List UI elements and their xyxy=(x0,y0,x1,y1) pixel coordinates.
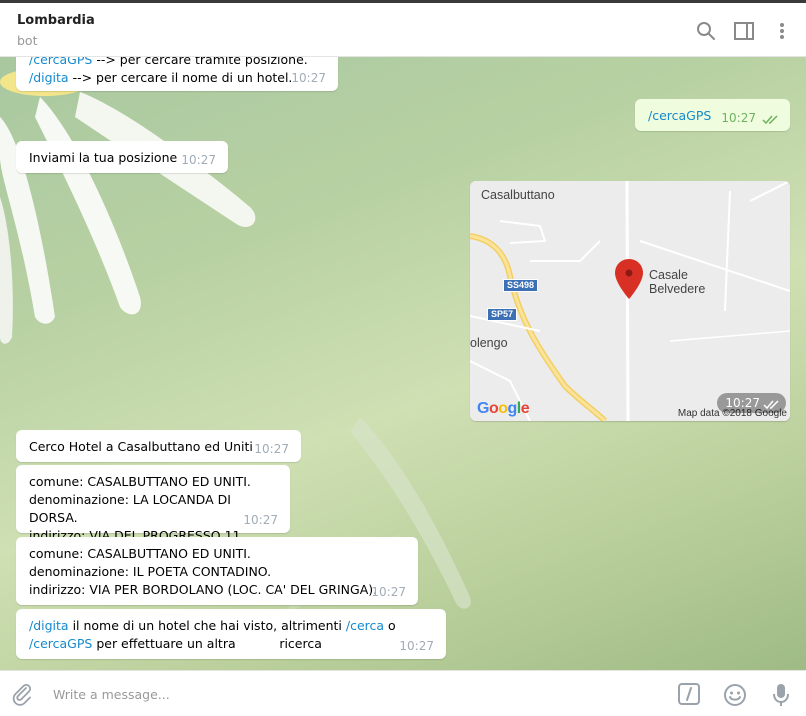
command-link[interactable]: /cercaGPS xyxy=(648,108,711,123)
map-label: olengo xyxy=(470,336,508,350)
command-link[interactable]: /cerca xyxy=(346,618,384,633)
message-time: 10:27 xyxy=(721,111,756,125)
command-link[interactable]: /cercaGPS xyxy=(29,57,92,67)
map-label: Belvedere xyxy=(649,282,706,296)
command-link[interactable]: /cercaGPS xyxy=(29,636,92,651)
google-logo-letter: o xyxy=(498,400,508,417)
emoji-icon[interactable] xyxy=(723,683,747,710)
google-logo-letter: G xyxy=(477,400,489,417)
message-text: --> per cercare il nome di un hotel. xyxy=(68,70,293,85)
message-text: Inviami la tua posizione xyxy=(29,150,178,165)
map-image xyxy=(470,181,790,421)
message-time: 10:27 xyxy=(254,442,289,456)
message-text: denominazione: LA LOCANDA DI DORSA. xyxy=(29,492,231,525)
message-bubble[interactable]: Inviami la tua posizione 10:27 xyxy=(16,141,228,173)
paperclip-icon[interactable] xyxy=(10,682,34,709)
chat-header: Lombardia bot xyxy=(0,3,806,57)
message-bubble[interactable]: Cerco Hotel a Casalbuttano ed Uniti 10:2… xyxy=(16,430,301,462)
search-icon[interactable] xyxy=(695,20,717,42)
google-logo-letter: g xyxy=(507,400,518,417)
message-text: comune: CASALBUTTANO ED UNITI. xyxy=(29,474,251,489)
microphone-icon[interactable] xyxy=(772,683,790,710)
message-time: 10:27 xyxy=(399,639,434,653)
command-link[interactable]: /digita xyxy=(29,70,69,85)
message-time: 10:27 xyxy=(181,153,216,167)
message-bubble[interactable]: /cercaGPS --> per cercare tramite posizi… xyxy=(16,57,338,91)
message-bubble[interactable]: comune: CASALBUTTANO ED UNITI. denominaz… xyxy=(16,537,418,605)
google-logo: Google xyxy=(477,400,530,418)
chat-title[interactable]: Lombardia xyxy=(17,13,95,28)
message-bubble[interactable]: /digita il nome di un hotel che hai vist… xyxy=(16,609,446,659)
road-shield: SP57 xyxy=(487,308,518,321)
command-link[interactable]: /digita xyxy=(29,618,69,633)
message-text: comune: CASALBUTTANO ED UNITI. xyxy=(29,546,251,561)
sidebar-toggle-icon[interactable] xyxy=(733,20,755,42)
message-text: denominazione: IL POETA CONTADINO. xyxy=(29,564,272,579)
message-input[interactable] xyxy=(53,684,633,704)
outgoing-message-bubble[interactable]: /cercaGPS 10:27 xyxy=(635,99,790,131)
google-logo-letter: o xyxy=(488,400,499,417)
location-map-message[interactable]: Casalbuttano Casale Belvedere olengo SS4… xyxy=(470,181,790,421)
message-composer xyxy=(0,670,806,716)
read-checkmarks-icon xyxy=(763,400,779,410)
map-label: Casalbuttano xyxy=(481,188,555,202)
more-vertical-icon[interactable] xyxy=(771,20,793,42)
read-checkmarks-icon xyxy=(762,115,778,125)
message-time: 10:27 xyxy=(371,585,406,599)
message-text: il nome di un hotel che hai visto, altri… xyxy=(68,618,346,633)
message-time: 10:27 xyxy=(291,71,326,85)
chat-area[interactable]: /cercaGPS --> per cercare tramite posizi… xyxy=(0,57,806,670)
message-time: 10:27 xyxy=(243,513,278,527)
message-text: --> per cercare tramite posizione. xyxy=(92,57,308,67)
message-text: o xyxy=(384,618,396,633)
bot-command-icon[interactable] xyxy=(678,683,700,708)
road-shield: SS498 xyxy=(503,279,539,292)
message-text: Cerco Hotel a Casalbuttano ed Uniti xyxy=(29,439,253,454)
message-bubble[interactable]: comune: CASALBUTTANO ED UNITI. denominaz… xyxy=(16,465,290,543)
google-logo-letter: e xyxy=(520,400,530,417)
message-text: indirizzo: VIA PER BORDOLANO (LOC. CA' D… xyxy=(29,582,378,597)
message-text: per effettuare un altra ricerca xyxy=(92,636,322,651)
chat-status: bot xyxy=(17,33,38,48)
map-label: Casale xyxy=(649,268,688,282)
